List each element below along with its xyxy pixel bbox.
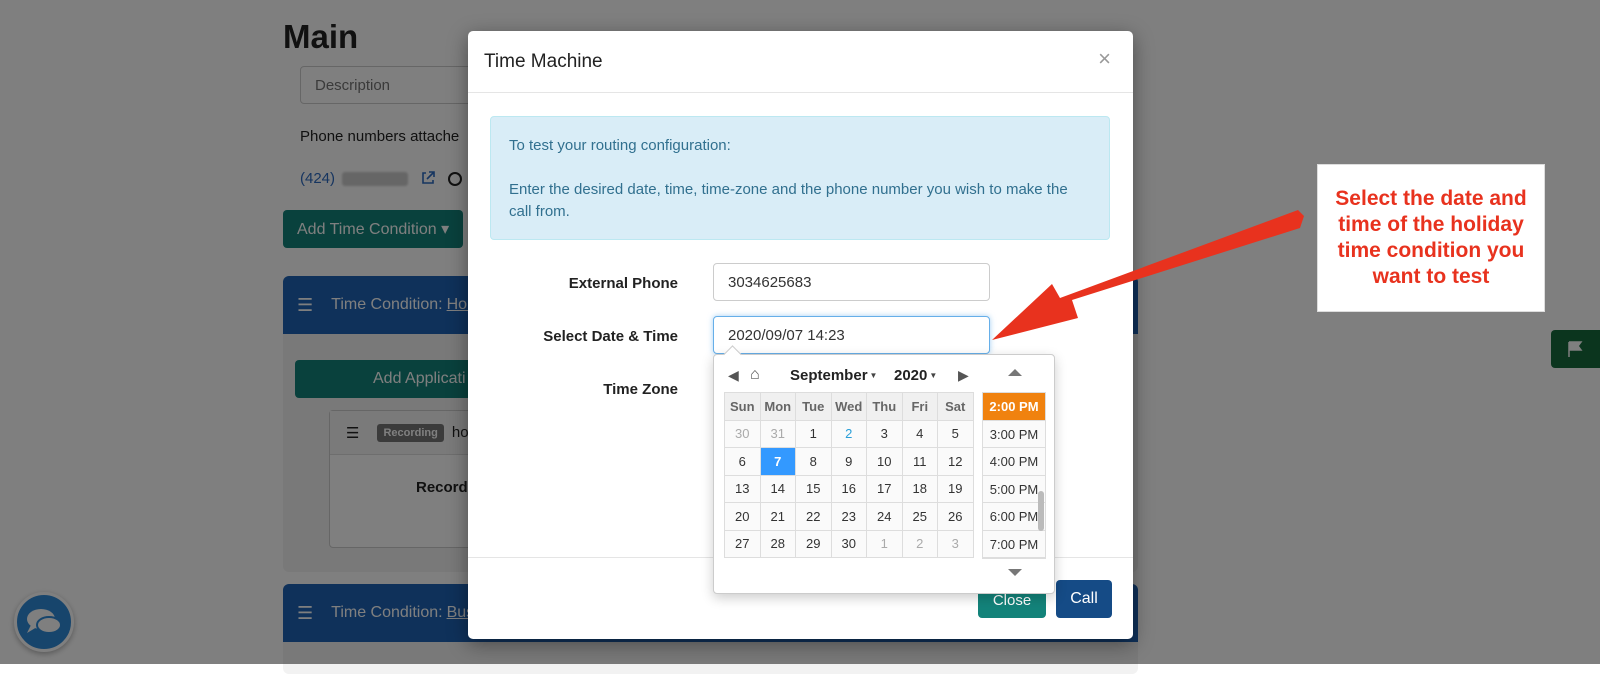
weekday-header: Fri [901, 392, 938, 421]
year-label: 2020 [894, 366, 928, 384]
calendar-day[interactable]: 3 [937, 529, 974, 558]
calendar-day[interactable]: 5 [937, 419, 974, 448]
calendar-day[interactable]: 2 [901, 529, 938, 558]
calendar-day[interactable]: 7 [759, 447, 796, 476]
calendar-day[interactable]: 8 [795, 447, 832, 476]
calendar-day[interactable]: 20 [724, 502, 761, 531]
calendar-week-row: 27 28 29 30 1 2 3 [724, 529, 974, 558]
time-option[interactable]: 3:00 PM [983, 420, 1045, 448]
home-icon[interactable]: ⌂ [750, 363, 760, 387]
calendar-day[interactable]: 3 [866, 419, 903, 448]
info-alert: To test your routing configuration: Ente… [490, 116, 1110, 240]
calendar-day[interactable]: 30 [724, 419, 761, 448]
calendar-day[interactable]: 14 [759, 474, 796, 503]
calendar-day[interactable]: 4 [901, 419, 938, 448]
calendar-day[interactable]: 16 [830, 474, 867, 503]
calendar-day[interactable]: 2 [830, 419, 867, 448]
weekday-header: Thu [866, 392, 903, 421]
time-list-scrollbar[interactable] [1038, 491, 1044, 531]
caret-down-icon: ▼ [929, 370, 938, 380]
calendar-day[interactable]: 13 [724, 474, 761, 503]
calendar-day[interactable]: 11 [901, 447, 938, 476]
calendar-day[interactable]: 28 [759, 529, 796, 558]
calendar-day[interactable]: 9 [830, 447, 867, 476]
calendar-week-row: 13 14 15 16 17 18 19 [724, 474, 974, 503]
info-line-1: To test your routing configuration: [509, 137, 731, 154]
calendar-week-row: 20 21 22 23 24 25 26 [724, 502, 974, 531]
calendar-day[interactable]: 24 [866, 502, 903, 531]
calendar-week-row: 6 7 8 9 10 11 12 [724, 447, 974, 476]
annotation-callout: Select the date and time of the holiday … [1317, 164, 1545, 312]
time-option[interactable]: 2:00 PM [983, 393, 1045, 421]
time-option[interactable]: 7:00 PM [983, 530, 1045, 558]
call-button[interactable]: Call [1056, 580, 1112, 618]
month-select[interactable]: September ▼ [790, 363, 877, 387]
time-list: 2:00 PM 3:00 PM 4:00 PM 5:00 PM 6:00 PM 7:00 … [982, 392, 1046, 559]
calendar-day[interactable]: 10 [866, 447, 903, 476]
calendar-day[interactable]: 27 [724, 529, 761, 558]
calendar-grid: Sun Mon Tue Wed Thu Fri Sat 30 31 1 2 3 4 5 6 7 8 9 10 11 1… [724, 392, 974, 558]
calendar-day[interactable]: 19 [937, 474, 974, 503]
weekday-header: Sun [724, 392, 761, 421]
calendar-day[interactable]: 29 [795, 529, 832, 558]
month-label: September [790, 366, 868, 384]
calendar-day[interactable]: 31 [759, 419, 796, 448]
calendar-day[interactable]: 18 [901, 474, 938, 503]
external-phone-input[interactable] [713, 263, 990, 301]
calendar-day[interactable]: 30 [830, 529, 867, 558]
weekday-header: Mon [759, 392, 796, 421]
time-option[interactable]: 6:00 PM [983, 503, 1045, 531]
next-month-icon[interactable]: ▶ [958, 363, 969, 387]
external-phone-label: External Phone [568, 275, 678, 292]
weekday-header: Sat [937, 392, 974, 421]
date-time-input[interactable] [713, 316, 990, 354]
calendar-day[interactable]: 22 [795, 502, 832, 531]
datetime-picker: ◀ ⌂ September ▼ 2020 ▼ ▶ Sun Mon Tue Wed Thu Fr… [713, 354, 1055, 594]
time-scroll-up-icon[interactable] [1008, 369, 1022, 376]
time-scroll-down-icon[interactable] [1008, 569, 1022, 576]
date-time-label: Select Date & Time [543, 328, 678, 345]
info-line-2: Enter the desired date, time, time-zone … [509, 181, 1068, 220]
time-option[interactable]: 5:00 PM [983, 475, 1045, 503]
time-zone-label: Time Zone [603, 381, 678, 398]
calendar-day[interactable]: 12 [937, 447, 974, 476]
weekday-header: Tue [795, 392, 832, 421]
time-option[interactable]: 4:00 PM [983, 448, 1045, 476]
calendar-day[interactable]: 25 [901, 502, 938, 531]
year-select[interactable]: 2020 ▼ [894, 363, 937, 387]
calendar-day[interactable]: 21 [759, 502, 796, 531]
weekday-header: Wed [830, 392, 867, 421]
modal-title: Time Machine [484, 51, 603, 72]
calendar-day[interactable]: 1 [866, 529, 903, 558]
modal-close-icon[interactable]: × [1092, 45, 1117, 73]
calendar-day[interactable]: 17 [866, 474, 903, 503]
calendar-day[interactable]: 15 [795, 474, 832, 503]
caret-down-icon: ▼ [869, 370, 878, 380]
weekday-row: Sun Mon Tue Wed Thu Fri Sat [724, 392, 974, 421]
calendar-week-row: 30 31 1 2 3 4 5 [724, 419, 974, 448]
calendar-day[interactable]: 6 [724, 447, 761, 476]
calendar-day[interactable]: 23 [830, 502, 867, 531]
calendar-day[interactable]: 1 [795, 419, 832, 448]
calendar-day[interactable]: 26 [937, 502, 974, 531]
prev-month-icon[interactable]: ◀ [728, 363, 739, 387]
modal-header: Time Machine × [468, 31, 1133, 93]
